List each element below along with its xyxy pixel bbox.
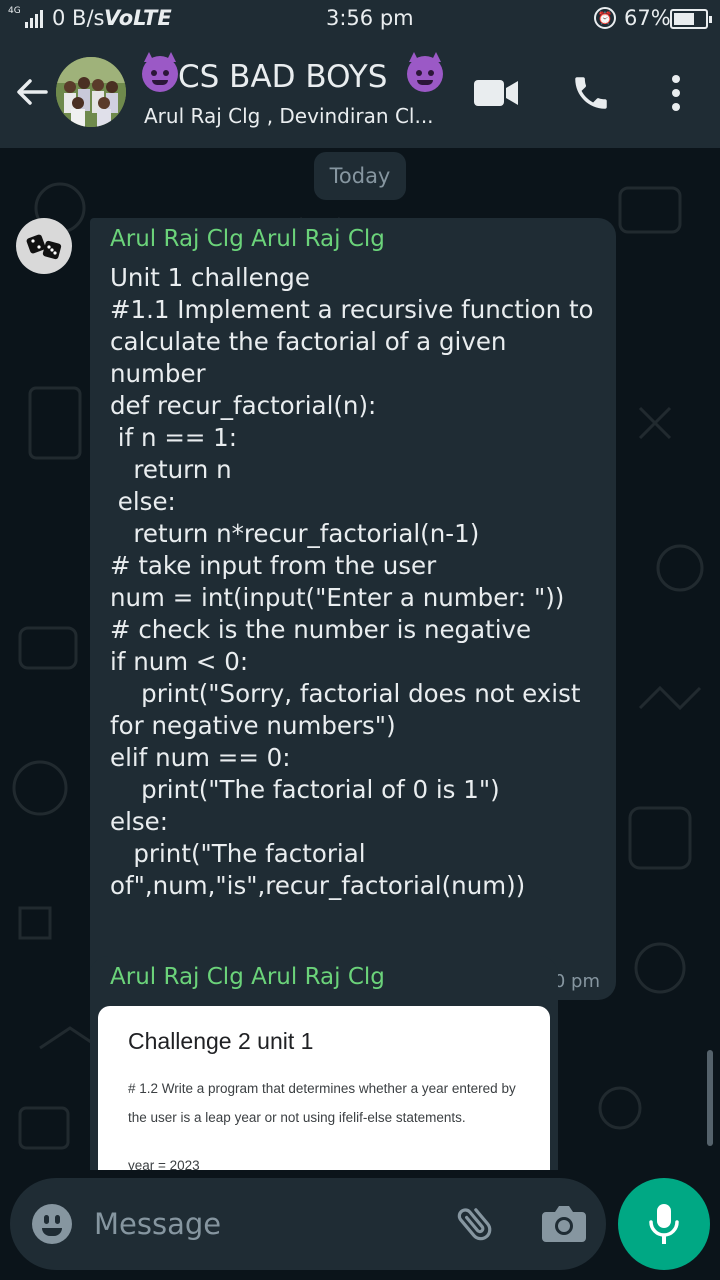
chat-screen: 4G 0 B/s VoLTE 3:56 pm ⏰ 67% CS BAD BOYS… <box>0 0 720 1280</box>
paperclip-icon[interactable] <box>452 1200 500 1248</box>
image-title: Challenge 2 unit 1 <box>128 1028 314 1054</box>
message-input-bar <box>10 1178 606 1270</box>
sender-avatar[interactable] <box>16 218 72 274</box>
arrow-left-icon[interactable] <box>14 74 50 110</box>
message-list[interactable]: Today Arul Raj Clg Arul Raj Clg Unit 1 c… <box>0 148 720 1170</box>
battery-fill <box>674 13 694 25</box>
network-tag: 4G <box>8 6 21 16</box>
battery-icon <box>670 9 712 29</box>
message-bubble[interactable]: Arul Raj Clg Arul Raj Clg Unit 1 challen… <box>90 218 616 1000</box>
message-input[interactable] <box>94 1200 434 1248</box>
composer-bar <box>0 1170 720 1280</box>
group-members-preview[interactable]: Arul Raj Clg , Devindiran Cl... <box>144 104 434 128</box>
devil-emoji-icon <box>142 52 178 92</box>
clock: 3:56 pm <box>326 6 414 30</box>
group-name[interactable]: CS BAD BOYS <box>142 52 444 95</box>
battery-percent: 67% <box>624 6 671 30</box>
group-avatar[interactable] <box>56 57 126 127</box>
message-text: Unit 1 challenge #1.1 Implement a recurs… <box>110 263 594 900</box>
volte-indicator: VoLTE <box>104 6 172 30</box>
sender-name[interactable]: Arul Raj Clg Arul Raj Clg <box>110 964 385 990</box>
status-bar: 4G 0 B/s VoLTE 3:56 pm ⏰ 67% <box>0 0 720 38</box>
phone-icon[interactable] <box>570 72 612 114</box>
more-vertical-icon[interactable] <box>664 72 688 114</box>
signal-icon: 4G <box>8 6 43 28</box>
microphone-icon[interactable] <box>618 1178 710 1270</box>
image-message-bubble[interactable]: Arul Raj Clg Arul Raj Clg Challenge 2 un… <box>90 956 558 1170</box>
data-rate: 0 B/s <box>52 6 105 30</box>
image-attachment[interactable]: Challenge 2 unit 1 # 1.2 Write a program… <box>98 1006 550 1170</box>
chat-header: CS BAD BOYS Arul Raj Clg , Devindiran Cl… <box>0 38 720 148</box>
date-chip: Today <box>314 152 406 200</box>
scrollbar-thumb[interactable] <box>707 1050 713 1146</box>
video-camera-icon[interactable] <box>474 78 518 108</box>
alarm-icon: ⏰ <box>594 7 616 29</box>
camera-icon[interactable] <box>540 1202 588 1246</box>
devil-emoji-icon <box>407 52 444 92</box>
sender-name[interactable]: Arul Raj Clg Arul Raj Clg <box>110 226 385 252</box>
group-name-text: CS BAD BOYS <box>178 59 388 95</box>
image-cut-text: year = 2023 <box>128 1158 200 1170</box>
image-body: # 1.2 Write a program that determines wh… <box>128 1081 516 1125</box>
emoji-icon[interactable] <box>32 1204 72 1244</box>
